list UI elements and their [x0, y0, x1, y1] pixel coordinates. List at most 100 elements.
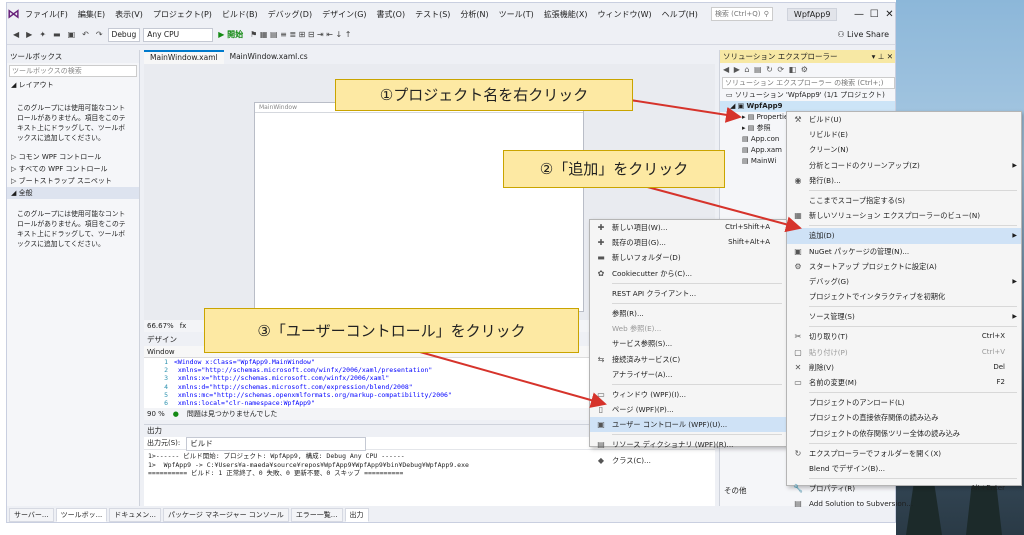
menu-item-context_main[interactable]: プロジェクトの直接依存関係の読み込み: [787, 410, 1021, 425]
menu-item-context_add[interactable]: ▬ 新しいフォルダー(D): [590, 250, 786, 265]
toolbox-group[interactable]: ▷ すべての WPF コントロール: [7, 163, 139, 175]
menu-item-context_main[interactable]: リビルド(E): [787, 127, 1021, 142]
solution-search-input[interactable]: ソリューション エクスプローラー の検索 (Ctrl+;): [722, 77, 895, 89]
menu-item-context_add[interactable]: ▣ ユーザー コントロール (WPF)(U)...: [590, 417, 786, 433]
output-source-select[interactable]: ビルド: [186, 437, 367, 451]
menu-item[interactable]: 拡張機能(X): [539, 9, 593, 20]
menu-item-context_main[interactable]: ▦ 新しいソリューション エクスプローラーのビュー(N): [787, 208, 1021, 223]
open-icon[interactable]: ▬: [51, 30, 63, 39]
menu-icon: ▤: [597, 440, 605, 450]
tab-mainwindow-xaml-cs[interactable]: MainWindow.xaml.cs: [224, 50, 314, 64]
menu-item-context_add[interactable]: ▤ リソース ディクショナリ (WPF)(R)...: [590, 437, 786, 452]
menu-item[interactable]: ツール(T): [494, 9, 539, 20]
menu-item[interactable]: ウィンドウ(W): [593, 9, 657, 20]
menu-item-context_add[interactable]: REST API クライアント...: [590, 286, 786, 301]
minimize-icon[interactable]: —: [851, 9, 866, 20]
menu-item-context_main[interactable]: ⚒ ビルド(U): [787, 112, 1021, 127]
menu-item[interactable]: 書式(O): [372, 9, 411, 20]
menu-item[interactable]: プロジェクト(P): [148, 9, 217, 20]
menu-item-context_add[interactable]: アナライザー(A)...: [590, 367, 786, 382]
menu-item-context_add[interactable]: 参照(R)...: [590, 306, 786, 321]
config-select[interactable]: Debug: [107, 27, 141, 42]
menu-item-context_main[interactable]: ◉ 発行(B)...: [787, 173, 1021, 188]
bottom-tab[interactable]: サーバー...: [9, 508, 54, 522]
menu-bar: ⋈ ファイル(F) 編集(E) 表示(V) プロジェクト(P) ビルド(B) デバッグ(D…: [7, 3, 895, 25]
search-input[interactable]: 検索 (Ctrl+Q) ⚲: [710, 7, 773, 21]
redo-icon[interactable]: ↷: [94, 30, 105, 39]
solution-node[interactable]: ▭ ソリューション 'WpfApp9' (1/1 プロジェクト): [720, 90, 895, 101]
menu-item[interactable]: 表示(V): [110, 9, 148, 20]
platform-select[interactable]: Any CPU: [143, 27, 214, 42]
toolbox-group[interactable]: ▷ ブートストラップ スニペット: [7, 175, 139, 187]
menu-item-context_main[interactable]: ↻ エクスプローラーでフォルダーを開く(X): [787, 446, 1021, 461]
menu-item-context_add[interactable]: ⇆ 接続済みサービス(C): [590, 352, 786, 367]
maximize-icon[interactable]: ☐: [867, 9, 882, 20]
undo-icon[interactable]: ↶: [80, 30, 91, 39]
menu-item-context_add[interactable]: ✿ Cookiecutter から(C)...: [590, 266, 786, 281]
toolbox-search-input[interactable]: ツールボックスの検索: [9, 65, 137, 77]
start-button[interactable]: ▶ 開始: [216, 29, 245, 40]
menu-item-context_main[interactable]: ▭ 名前の変更(M) F2: [787, 375, 1021, 390]
live-share-button[interactable]: ⚇ Live Share: [837, 30, 895, 39]
bottom-tab[interactable]: エラー一覧...: [290, 508, 343, 522]
menu-item[interactable]: 編集(E): [73, 9, 110, 20]
menu-item-context_add[interactable]: ◆ クラス(C)...: [590, 453, 786, 468]
menu-item[interactable]: デバッグ(D): [263, 9, 317, 20]
menu-item-context_main[interactable]: プロジェクトのアンロード(L): [787, 395, 1021, 410]
toolbox-group-layout[interactable]: ◢ レイアウト: [7, 79, 139, 91]
menu-item-context_main[interactable]: クリーン(N): [787, 142, 1021, 157]
menu-item-context_main[interactable]: ▢ 貼り付け(P) Ctrl+V: [787, 345, 1021, 360]
bottom-tab[interactable]: ドキュメン...: [109, 508, 161, 522]
menu-item-context_main[interactable]: ✕ 削除(V) Del: [787, 360, 1021, 375]
bottom-tab[interactable]: パッケージ マネージャー コンソール: [162, 508, 289, 522]
menu-item-context_main[interactable]: ✂ 切り取り(T) Ctrl+X: [787, 329, 1021, 344]
save-icon[interactable]: ▣: [66, 30, 78, 39]
zoom-select[interactable]: 66.67%: [147, 322, 174, 330]
menu-item[interactable]: 分析(N): [455, 9, 493, 20]
close-icon[interactable]: ✕: [882, 9, 895, 20]
menu-item-context_add[interactable]: サービス参照(S)...: [590, 336, 786, 351]
menu-item-context_add[interactable]: ✚ 新しい項目(W)... Ctrl+Shift+A: [590, 220, 786, 235]
line-number: 5: [164, 390, 168, 399]
menu-item[interactable]: ファイル(F): [20, 9, 73, 20]
menu-item-context_main[interactable]: ここまでスコープ指定する(S): [787, 193, 1021, 208]
menu-label: クリーン(N): [809, 145, 849, 155]
menu-item-context_main[interactable]: デバッグ(G) ▶: [787, 274, 1021, 289]
menu-item-context_main[interactable]: Blend でデザイン(B)...: [787, 461, 1021, 476]
toolbox-group[interactable]: ◢ 全般: [7, 187, 139, 199]
menu-item-context_main[interactable]: プロジェクトの依存関係ツリー全体の読み込み: [787, 426, 1021, 441]
menu-item-context_main[interactable]: 🔧 プロパティ(R) Alt+Enter: [787, 481, 1021, 496]
menu-item-context_add[interactable]: Web 参照(E)...: [590, 321, 786, 336]
menu-item-context_add[interactable]: ▯ ページ (WPF)(P)...: [590, 402, 786, 417]
menu-item[interactable]: ビルド(B): [217, 9, 263, 20]
menu-item[interactable]: ヘルプ(H): [657, 9, 703, 20]
menu-item-context_main[interactable]: ▤ Add Solution to Subversion...: [787, 496, 1021, 511]
menu-item-context_main[interactable]: 追加(D) ▶: [787, 228, 1021, 244]
bottom-tab[interactable]: ツールボッ...: [55, 508, 108, 522]
menu-item-context_add[interactable]: ▭ ウィンドウ (WPF)(I)...: [590, 387, 786, 402]
window-preview[interactable]: MainWindow: [254, 102, 584, 312]
bottom-tab[interactable]: 出力: [344, 508, 369, 522]
forward-icon[interactable]: ▶: [24, 30, 34, 39]
back-icon[interactable]: ◀: [11, 30, 21, 39]
editor-zoom[interactable]: 90 %: [147, 410, 165, 418]
solution-explorer-title: ソリューション エクスプローラー ▾ ⊥ ✕: [720, 50, 895, 63]
check-icon: ●: [172, 410, 179, 418]
menu-item[interactable]: デザイン(G): [317, 9, 371, 20]
menu-item-context_main[interactable]: ⚙ スタートアップ プロジェクトに設定(A): [787, 259, 1021, 274]
pin-icon[interactable]: ▾ ⊥ ✕: [872, 50, 893, 63]
tab-design[interactable]: デザイン: [147, 334, 177, 345]
menu-item-context_add[interactable]: ✚ 既存の項目(G)... Shift+Alt+A: [590, 235, 786, 250]
menu-item[interactable]: テスト(S): [410, 9, 455, 20]
menu-item-context_main[interactable]: ▣ NuGet パッケージの管理(N)...: [787, 244, 1021, 259]
menu-item-context_main[interactable]: ソース管理(S) ▶: [787, 309, 1021, 324]
tab-mainwindow-xaml[interactable]: MainWindow.xaml: [144, 50, 224, 64]
node-label: App.con: [750, 135, 780, 143]
new-project-icon[interactable]: ✦: [37, 30, 48, 39]
menu-item-context_main[interactable]: 分析とコードのクリーンアップ(Z) ▶: [787, 158, 1021, 173]
code-text: xmlns:d="http://schemas.microsoft.com/ex…: [174, 382, 413, 391]
menu-item-context_main[interactable]: プロジェクトでインタラクティブを初期化: [787, 289, 1021, 304]
fx-icon[interactable]: fx: [180, 322, 187, 330]
menu-separator: [809, 392, 1017, 394]
toolbox-group[interactable]: ▷ コモン WPF コントロール: [7, 151, 139, 163]
